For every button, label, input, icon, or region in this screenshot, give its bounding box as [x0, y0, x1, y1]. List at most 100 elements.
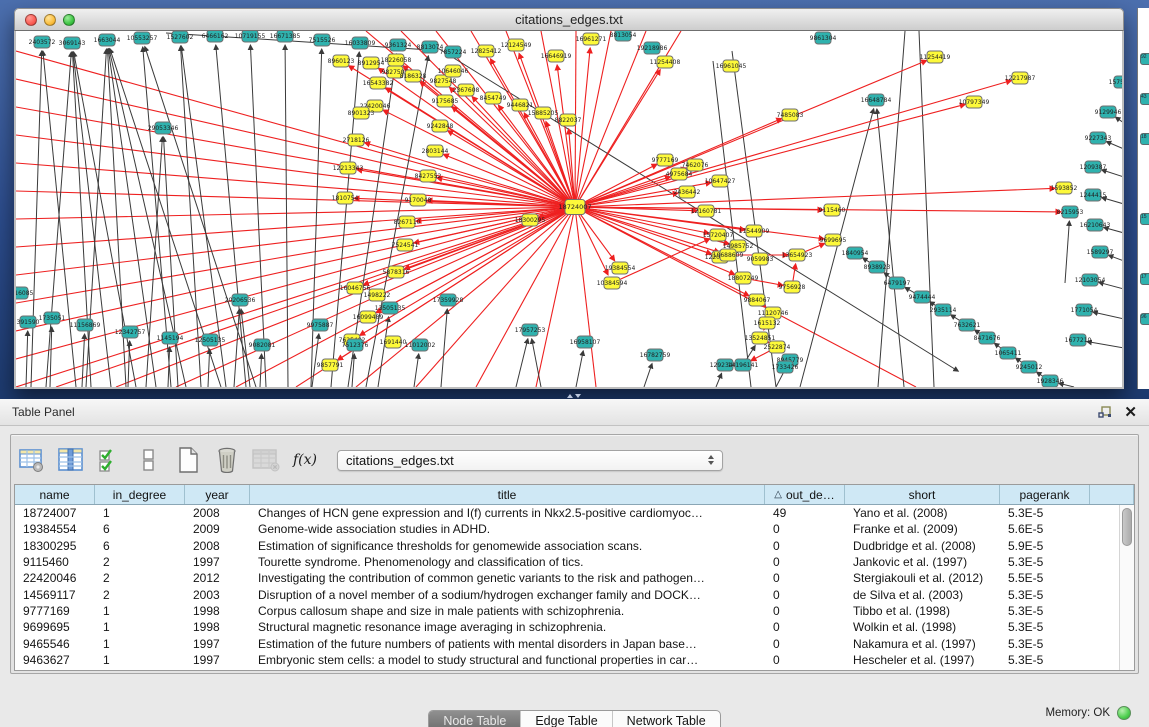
- graph-node[interactable]: 16958107: [570, 336, 601, 348]
- graph-node[interactable]: 8454749: [480, 92, 507, 104]
- graph-node[interactable]: 8813054: [610, 31, 637, 41]
- graph-node[interactable]: 9857791: [317, 359, 344, 371]
- scrollbar-thumb[interactable]: [1122, 508, 1132, 546]
- graph-node[interactable]: 6466162: [202, 31, 229, 42]
- tab-edge-table[interactable]: Edge Table: [520, 711, 611, 727]
- graph-node[interactable]: 11254408: [650, 56, 681, 68]
- graph-node[interactable]: 7632621: [954, 319, 981, 331]
- graph-node[interactable]: 43: [1140, 93, 1149, 105]
- table-row[interactable]: 946554611997Estimation of the future num…: [15, 635, 1134, 651]
- graph-node[interactable]: 1663044: [94, 34, 121, 46]
- graph-node[interactable]: 19384554: [605, 262, 636, 274]
- graph-node[interactable]: 1691440: [380, 336, 407, 348]
- graph-node[interactable]: 12825412: [471, 45, 502, 57]
- minimize-window-button[interactable]: [44, 14, 56, 26]
- column-header[interactable]: in_degree: [95, 485, 185, 504]
- graph-node[interactable]: 12213343: [333, 162, 364, 174]
- table-row[interactable]: 969969511998Structural magnetic resonanc…: [15, 619, 1134, 635]
- graph-node[interactable]: 8471676: [974, 332, 1001, 344]
- graph-node[interactable]: 1209387: [1080, 161, 1107, 173]
- graph-node[interactable]: 8215953: [1057, 206, 1084, 218]
- column-chooser-button[interactable]: [56, 444, 86, 476]
- float-panel-button[interactable]: [1098, 406, 1112, 419]
- graph-node[interactable]: 10384594: [597, 277, 628, 289]
- graph-node[interactable]: 15: [1140, 213, 1149, 225]
- table-selector-dropdown[interactable]: citations_edges.txt: [337, 450, 723, 471]
- graph-node[interactable]: 1244415: [1080, 189, 1107, 201]
- graph-node[interactable]: 13505135: [375, 302, 406, 314]
- graph-node[interactable]: 3069143: [59, 37, 86, 49]
- graph-node[interactable]: 2935114: [930, 304, 957, 316]
- graph-node[interactable]: 9242848: [427, 120, 454, 132]
- graph-node[interactable]: 9975887: [307, 319, 334, 331]
- graph-node[interactable]: 12217987: [1005, 72, 1036, 84]
- table-row[interactable]: 1938455462009Genome-wide association stu…: [15, 521, 1134, 537]
- graph-node[interactable]: 9361324: [385, 39, 412, 51]
- network-graph[interactable]: 8960123891295418226058982750281863281654…: [16, 31, 1122, 387]
- graph-node[interactable]: 16961045: [716, 60, 747, 72]
- function-builder-button[interactable]: f(x): [290, 444, 320, 476]
- graph-node[interactable]: 10553257: [127, 32, 158, 44]
- graph-node[interactable]: 1589297: [1087, 246, 1114, 258]
- graph-node[interactable]: 16033809: [345, 37, 376, 49]
- graph-node[interactable]: 1840954: [842, 247, 869, 259]
- graph-node[interactable]: 16782759: [640, 349, 671, 361]
- graph-node[interactable]: 2436442: [674, 186, 701, 198]
- graph-node[interactable]: 1065411: [995, 347, 1022, 359]
- graph-node[interactable]: 16210643: [1080, 219, 1111, 231]
- table-row[interactable]: 1830029562008Estimation of significance …: [15, 538, 1134, 554]
- graph-node[interactable]: 6479197: [884, 277, 911, 289]
- table-row[interactable]: 911546021997Tourette syndrome. Phenomeno…: [15, 554, 1134, 570]
- graph-node[interactable]: 11544909: [739, 225, 770, 237]
- delete-column-button[interactable]: [212, 444, 242, 476]
- graph-node[interactable]: 16961271: [576, 33, 607, 45]
- splitpane-handle[interactable]: [566, 392, 582, 399]
- graph-node[interactable]: 10797349: [959, 96, 990, 108]
- graph-node[interactable]: 16543382: [363, 77, 394, 89]
- graph-node[interactable]: 18: [1140, 133, 1149, 145]
- graph-node[interactable]: 9756928: [779, 281, 806, 293]
- graph-node[interactable]: 92: [1140, 53, 1149, 65]
- table-row[interactable]: 1456911722003Disruption of a novel membe…: [15, 586, 1134, 602]
- graph-node[interactable]: 9082081: [249, 339, 276, 351]
- graph-node[interactable]: 1810754: [332, 192, 359, 204]
- graph-node[interactable]: 10647427: [705, 175, 736, 187]
- graph-node[interactable]: 10719155: [235, 31, 266, 42]
- table-settings-button[interactable]: [17, 444, 47, 476]
- column-header[interactable]: title: [250, 485, 765, 504]
- graph-node[interactable]: 1677210: [1065, 334, 1092, 346]
- zoom-window-button[interactable]: [63, 14, 75, 26]
- graph-node[interactable]: 29053346: [148, 122, 179, 134]
- column-header[interactable]: year: [185, 485, 250, 504]
- tab-node-table[interactable]: Node Table: [429, 711, 520, 727]
- graph-node[interactable]: 17: [1140, 273, 1149, 285]
- unselect-all-button[interactable]: [134, 444, 164, 476]
- graph-node[interactable]: 11012002: [405, 339, 436, 351]
- graph-node[interactable]: 18226058: [381, 54, 412, 66]
- memory-ok-indicator-icon[interactable]: [1117, 706, 1131, 720]
- graph-node[interactable]: 96: [1140, 313, 1149, 325]
- graph-node[interactable]: 9861304: [810, 32, 837, 44]
- table-row[interactable]: 946362711997Embryonic stem cells: a mode…: [15, 652, 1134, 668]
- graph-node[interactable]: 9129946: [1095, 106, 1122, 118]
- close-panel-button[interactable]: ✕: [1124, 405, 1137, 420]
- graph-node[interactable]: 7857224: [440, 46, 467, 58]
- graph-node[interactable]: 12124549: [501, 39, 532, 51]
- window-titlebar[interactable]: citations_edges.txt: [14, 8, 1124, 31]
- graph-node[interactable]: 9474444: [909, 291, 936, 303]
- graph-node[interactable]: 11156869: [70, 319, 101, 331]
- graph-node[interactable]: 7515526: [309, 34, 336, 46]
- tab-network-table[interactable]: Network Table: [612, 711, 720, 727]
- graph-node[interactable]: 9115460: [819, 204, 846, 216]
- network-view-window[interactable]: citations_edges.txt 89601238912954182260…: [14, 8, 1124, 389]
- graph-node[interactable]: 12160781: [691, 205, 722, 217]
- table-vertical-scrollbar[interactable]: [1119, 505, 1134, 670]
- graph-node[interactable]: 2616085: [16, 287, 34, 299]
- graph-node[interactable]: 12103054: [1075, 274, 1106, 286]
- graph-node[interactable]: 7524541: [392, 239, 419, 251]
- graph-node[interactable]: 16648784: [861, 94, 892, 106]
- delete-table-button[interactable]: [251, 444, 281, 476]
- graph-node[interactable]: 17957253: [515, 324, 546, 336]
- graph-node[interactable]: 1928346: [1037, 375, 1064, 387]
- close-window-button[interactable]: [25, 14, 37, 26]
